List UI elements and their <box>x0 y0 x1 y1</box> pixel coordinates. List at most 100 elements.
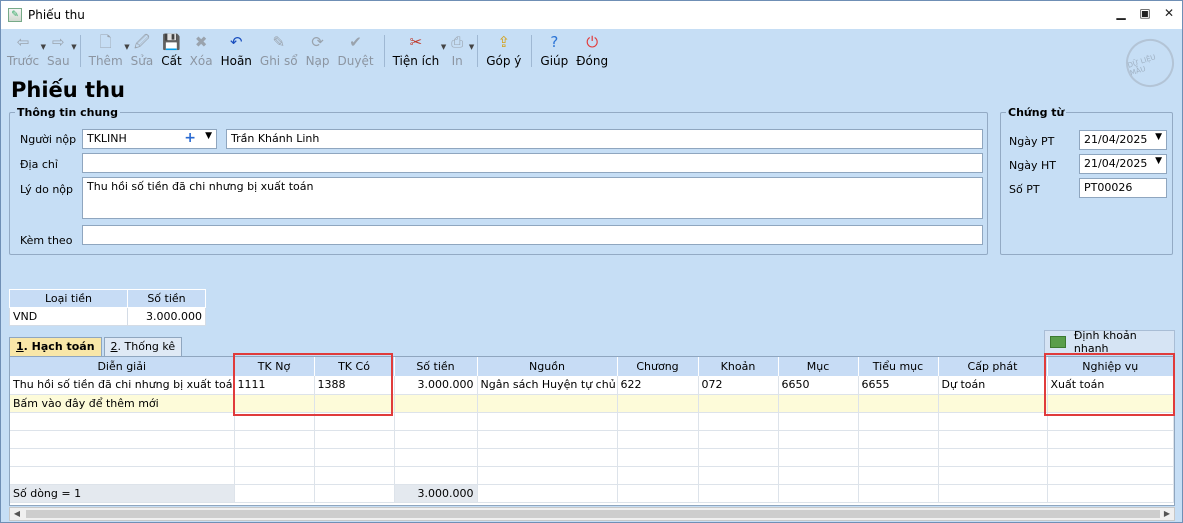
maximize-icon[interactable]: ▣ <box>1138 6 1152 20</box>
minimize-icon[interactable]: ▁ <box>1114 6 1128 20</box>
horizontal-scrollbar[interactable]: ◀ ▶ <box>9 507 1175 521</box>
column-header[interactable]: TK Nợ <box>234 357 315 376</box>
grid-cell[interactable] <box>10 466 235 485</box>
grid-cell[interactable] <box>314 466 395 485</box>
toolbar-sau-button[interactable]: ⇨ Sau ▼ <box>47 29 77 73</box>
column-header[interactable]: Mục <box>778 357 859 376</box>
grid-cell[interactable] <box>938 394 1048 413</box>
chevron-down-icon[interactable]: ▼ <box>1155 156 1162 166</box>
grid-cell[interactable] <box>394 430 478 449</box>
column-header[interactable]: Chương <box>617 357 699 376</box>
grid-cell[interactable]: 6650 <box>778 376 859 395</box>
column-header[interactable]: Số tiền <box>394 357 478 376</box>
grid-cell[interactable] <box>617 466 699 485</box>
chevron-down-icon[interactable]: ▼ <box>41 43 46 51</box>
grid-cell[interactable] <box>858 448 939 467</box>
column-header[interactable]: Tiểu mục <box>858 357 939 376</box>
grid-cell[interactable] <box>477 412 618 431</box>
grid-cell[interactable] <box>314 412 395 431</box>
grid-cell[interactable] <box>477 466 618 485</box>
payer-code-combo[interactable]: TKLINH + ▼ <box>82 129 217 149</box>
grid-cell[interactable] <box>617 430 699 449</box>
grid-cell[interactable] <box>778 412 859 431</box>
grid-cell[interactable]: 6655 <box>858 376 939 395</box>
ngay-ht-field[interactable]: 21/04/2025 ▼ <box>1079 154 1167 174</box>
grid-cell[interactable] <box>10 412 235 431</box>
toolbar-nap-button[interactable]: ⟳ Nạp <box>306 29 330 73</box>
toolbar-sua-button[interactable]: 🖉 Sửa <box>131 29 154 73</box>
grid-cell[interactable] <box>617 412 699 431</box>
so-pt-field[interactable]: PT00026 <box>1079 178 1167 198</box>
scroll-right-icon[interactable]: ▶ <box>1160 508 1174 520</box>
currency-amount-cell[interactable]: 3.000.000 <box>127 307 206 326</box>
grid-cell[interactable] <box>698 412 779 431</box>
grid-cell[interactable]: Ngân sách Huyện tự chủ <box>477 376 618 395</box>
grid-cell[interactable] <box>858 394 939 413</box>
grid-cell[interactable] <box>477 448 618 467</box>
new-row[interactable]: Bấm vào đây để thêm mới <box>10 394 1174 413</box>
grid-cell[interactable] <box>234 430 315 449</box>
empty-row[interactable] <box>10 412 1174 431</box>
grid-cell[interactable] <box>394 394 478 413</box>
new-row-hint[interactable]: Bấm vào đây để thêm mới <box>10 394 235 413</box>
toolbar-tienich-button[interactable]: ✂ Tiện ích ▼ <box>393 29 447 73</box>
empty-row[interactable] <box>10 448 1174 467</box>
grid-cell[interactable]: 1111 <box>234 376 315 395</box>
grid-cell[interactable] <box>234 466 315 485</box>
grid-cell[interactable] <box>477 430 618 449</box>
grid-cell[interactable] <box>234 412 315 431</box>
column-header[interactable]: TK Có <box>314 357 395 376</box>
scroll-thumb[interactable] <box>26 510 1160 518</box>
toolbar-giup-button[interactable]: ? Giúp <box>540 29 568 73</box>
grid-cell[interactable] <box>394 448 478 467</box>
grid-cell[interactable]: 1388 <box>314 376 395 395</box>
scroll-left-icon[interactable]: ◀ <box>10 508 24 520</box>
quick-entry-button[interactable]: Định khoản nhanh <box>1044 329 1175 355</box>
grid-cell[interactable] <box>1047 448 1174 467</box>
grid-cell[interactable]: Dự toán <box>938 376 1048 395</box>
grid-cell[interactable]: 3.000.000 <box>394 376 478 395</box>
toolbar-hoan-button[interactable]: ↶ Hoãn <box>221 29 252 73</box>
chevron-down-icon[interactable]: ▼ <box>124 43 129 51</box>
toolbar-them-button[interactable]: 🗋 Thêm ▼ <box>89 29 130 73</box>
toolbar-duyet-button[interactable]: ✔ Duyệt <box>338 29 374 73</box>
toolbar-gopy-button[interactable]: ⇪ Góp ý <box>486 29 521 73</box>
grid-cell[interactable] <box>314 430 395 449</box>
grid-cell[interactable] <box>234 448 315 467</box>
grid-cell[interactable] <box>698 430 779 449</box>
grid-cell[interactable] <box>778 394 859 413</box>
ngay-pt-field[interactable]: 21/04/2025 ▼ <box>1079 130 1167 150</box>
grid-cell[interactable] <box>698 466 779 485</box>
grid-cell[interactable] <box>314 448 395 467</box>
grid-cell[interactable] <box>10 430 235 449</box>
grid-cell[interactable] <box>858 466 939 485</box>
grid-cell[interactable] <box>314 394 395 413</box>
table-row[interactable]: Thu hồi số tiền đã chi nhưng bị xuất toá… <box>10 376 1174 395</box>
toolbar-dong-button[interactable]: ⏻ Đóng <box>576 29 608 73</box>
grid-cell[interactable] <box>778 466 859 485</box>
grid-cell[interactable]: Xuất toán <box>1047 376 1174 395</box>
grid-cell[interactable] <box>778 430 859 449</box>
column-header[interactable]: Nghiệp vụ <box>1047 357 1174 376</box>
grid-cell[interactable] <box>858 412 939 431</box>
tab-thong-ke[interactable]: 2. Thống kê <box>103 337 183 357</box>
grid-cell[interactable] <box>234 394 315 413</box>
grid-cell[interactable] <box>1047 430 1174 449</box>
address-field[interactable] <box>82 153 983 173</box>
grid-cell[interactable] <box>938 430 1048 449</box>
grid-cell[interactable] <box>394 466 478 485</box>
grid-cell[interactable]: 622 <box>617 376 699 395</box>
grid-cell[interactable] <box>10 448 235 467</box>
chevron-down-icon[interactable]: ▼ <box>469 43 474 51</box>
grid-cell[interactable] <box>858 430 939 449</box>
chevron-down-icon[interactable]: ▼ <box>1155 132 1162 142</box>
currency-type-cell[interactable]: VND <box>9 307 128 326</box>
column-header[interactable]: Cấp phát <box>938 357 1048 376</box>
column-header[interactable]: Khoản <box>698 357 779 376</box>
grid-cell[interactable] <box>938 448 1048 467</box>
grid-cell[interactable] <box>477 394 618 413</box>
grid-cell[interactable] <box>698 394 779 413</box>
add-payer-icon[interactable]: + <box>184 130 196 146</box>
grid-cell[interactable] <box>778 448 859 467</box>
reason-field[interactable]: Thu hồi số tiền đã chi nhưng bị xuất toá… <box>82 177 983 219</box>
